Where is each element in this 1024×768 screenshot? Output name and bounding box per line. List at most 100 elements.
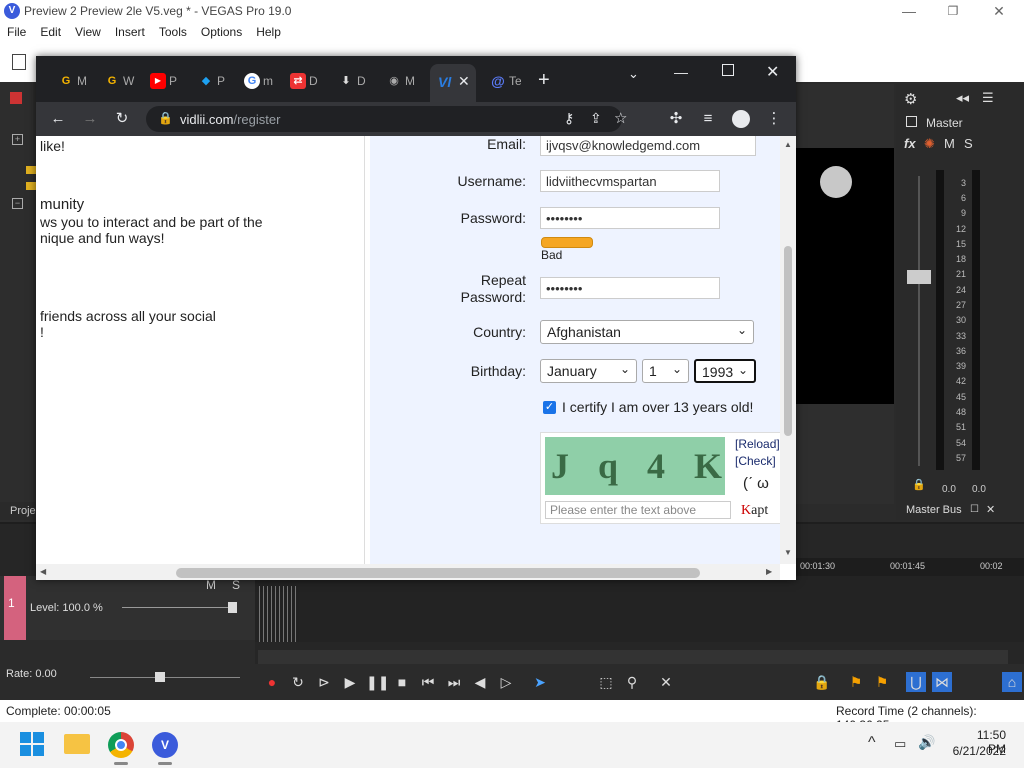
- captcha-reload-link[interactable]: [Reload]: [735, 437, 780, 451]
- country-select[interactable]: Afghanistan ⌄: [540, 320, 754, 344]
- master-fader-handle[interactable]: [907, 270, 931, 284]
- delete-icon[interactable]: ✕: [656, 672, 676, 692]
- email-field[interactable]: ijvqsv@knowledgemd.com: [540, 136, 756, 156]
- network-icon[interactable]: ▭: [894, 736, 906, 752]
- auto-crossfade-icon[interactable]: ⋈: [932, 672, 952, 692]
- lock-icon[interactable]: 🔒: [812, 672, 832, 692]
- folder-icon[interactable]: [26, 182, 36, 190]
- menu-edit[interactable]: Edit: [33, 22, 68, 39]
- previous-frame-icon[interactable]: ◀: [470, 672, 490, 692]
- stop-icon[interactable]: ■: [392, 672, 412, 692]
- captcha-input[interactable]: Please enter the text above: [545, 501, 731, 519]
- master-fx-button[interactable]: fx: [904, 136, 916, 151]
- selection-tool-icon[interactable]: ⬚: [596, 672, 616, 692]
- age-certify-checkbox[interactable]: ✓: [543, 401, 556, 414]
- track-level-slider[interactable]: [122, 607, 234, 608]
- browser-tab[interactable]: @ Te: [482, 68, 524, 94]
- back-icon[interactable]: ←: [48, 109, 68, 129]
- browser-tab[interactable]: ◆ P: [190, 68, 232, 94]
- minimize-icon[interactable]: —: [886, 0, 932, 22]
- username-field[interactable]: lidviithecvmspartan: [540, 170, 720, 192]
- tab-search-icon[interactable]: ⌄: [628, 66, 639, 82]
- menu-file[interactable]: File: [0, 22, 33, 39]
- explorer-icon[interactable]: [10, 92, 22, 104]
- close-pane-icon[interactable]: ✕: [986, 503, 995, 516]
- marker-icon[interactable]: ⚑: [846, 672, 866, 692]
- project-media-tab[interactable]: Proje: [0, 502, 36, 520]
- master-mute-button[interactable]: M: [944, 136, 955, 151]
- birth-month-select[interactable]: January ⌄: [540, 359, 637, 383]
- media-control-icon[interactable]: ≡: [698, 109, 718, 129]
- rate-slider-handle[interactable]: [155, 672, 165, 682]
- undock-icon[interactable]: ☐: [970, 504, 979, 515]
- go-to-start-icon[interactable]: ⏮: [418, 672, 438, 692]
- birth-year-select[interactable]: 1993 ⌄: [694, 359, 756, 383]
- birth-day-select[interactable]: 1 ⌄: [642, 359, 689, 383]
- reload-icon[interactable]: ↻: [112, 109, 132, 129]
- expand-icon[interactable]: +: [12, 134, 23, 145]
- snapping-icon[interactable]: ⋃: [906, 672, 926, 692]
- browser-tab[interactable]: ◉ M: [378, 68, 420, 94]
- browser-tab[interactable]: ⬇ D: [330, 68, 372, 94]
- browser-tab[interactable]: Gm: [236, 68, 278, 94]
- scroll-up-icon[interactable]: ▲: [784, 140, 792, 149]
- loop-icon[interactable]: ↻: [288, 672, 308, 692]
- bookmark-star-icon[interactable]: ☆: [614, 109, 627, 127]
- lock-envelopes-icon[interactable]: ⌂: [1002, 672, 1022, 692]
- close-icon[interactable]: ✕: [976, 0, 1022, 22]
- menu-help[interactable]: Help: [249, 22, 288, 39]
- scroll-down-icon[interactable]: ▼: [784, 548, 792, 557]
- timeline-scrollbar[interactable]: [258, 650, 1008, 664]
- password-key-icon[interactable]: ⚷: [564, 110, 574, 127]
- go-to-end-icon[interactable]: ⏭: [444, 672, 464, 692]
- extensions-puzzle-icon[interactable]: ✣: [666, 109, 686, 129]
- downmix-icon[interactable]: ◂◂: [956, 90, 969, 106]
- restore-icon[interactable]: ❐: [930, 0, 976, 22]
- new-tab-button[interactable]: +: [538, 69, 550, 92]
- scroll-right-icon[interactable]: ▶: [766, 567, 772, 576]
- menu-tools[interactable]: Tools: [152, 22, 194, 39]
- play-from-start-icon[interactable]: ⊳: [314, 672, 334, 692]
- vertical-scroll-thumb[interactable]: [784, 246, 792, 436]
- record-icon[interactable]: ●: [262, 672, 282, 692]
- captcha-check-link[interactable]: [Check]: [735, 454, 776, 468]
- play-icon[interactable]: ▶: [340, 672, 360, 692]
- maximize-icon[interactable]: [722, 64, 734, 76]
- track-mute-button[interactable]: M: [206, 578, 216, 592]
- collapse-icon[interactable]: −: [12, 198, 23, 209]
- master-checkbox[interactable]: [906, 116, 917, 127]
- new-project-icon[interactable]: [12, 54, 26, 70]
- close-window-icon[interactable]: ✕: [766, 62, 779, 82]
- scroll-left-icon[interactable]: ◀: [40, 567, 46, 576]
- menu-view[interactable]: View: [68, 22, 108, 39]
- taskbar-date[interactable]: 6/21/2022: [948, 744, 1006, 758]
- settings-gear-icon[interactable]: ⚙: [904, 90, 917, 108]
- lock-icon[interactable]: 🔒: [158, 111, 173, 125]
- forward-icon[interactable]: →: [80, 109, 100, 129]
- master-bus-tab[interactable]: Master Bus ☐ ✕: [896, 502, 1024, 520]
- more-menu-icon[interactable]: ⋮: [764, 109, 784, 129]
- track-solo-button[interactable]: S: [232, 578, 240, 592]
- browser-tab[interactable]: GW: [96, 68, 138, 94]
- browser-tab[interactable]: ⇄ D: [282, 68, 324, 94]
- master-solo-button[interactable]: S: [964, 136, 973, 151]
- normal-edit-tool-icon[interactable]: ➤: [530, 672, 550, 692]
- master-lock-icon[interactable]: 🔒: [912, 478, 926, 491]
- track-level-handle[interactable]: [228, 602, 237, 613]
- file-explorer-icon[interactable]: [64, 734, 90, 754]
- vegas-taskbar-icon[interactable]: V: [152, 732, 178, 758]
- browser-tab[interactable]: ▶ P: [142, 68, 184, 94]
- region-icon[interactable]: ⚑: [872, 672, 892, 692]
- active-tab-vidlii[interactable]: Vl ✕: [430, 64, 476, 102]
- zoom-tool-icon[interactable]: ⚲: [622, 672, 642, 692]
- fx-plugin-icon[interactable]: ✺: [924, 136, 935, 152]
- mixer-eq-icon[interactable]: ☰: [982, 90, 994, 106]
- profile-avatar-icon[interactable]: [732, 110, 750, 128]
- pause-icon[interactable]: ❚❚: [366, 672, 389, 692]
- chrome-taskbar-icon[interactable]: [108, 732, 134, 758]
- folder-icon[interactable]: [26, 166, 36, 174]
- address-bar[interactable]: 🔒 vidlii.com/register ⚷ ⇪ ☆: [146, 106, 627, 132]
- browser-tab[interactable]: GM: [50, 68, 92, 94]
- next-frame-icon[interactable]: ▷: [496, 672, 516, 692]
- volume-icon[interactable]: 🔊: [918, 734, 935, 751]
